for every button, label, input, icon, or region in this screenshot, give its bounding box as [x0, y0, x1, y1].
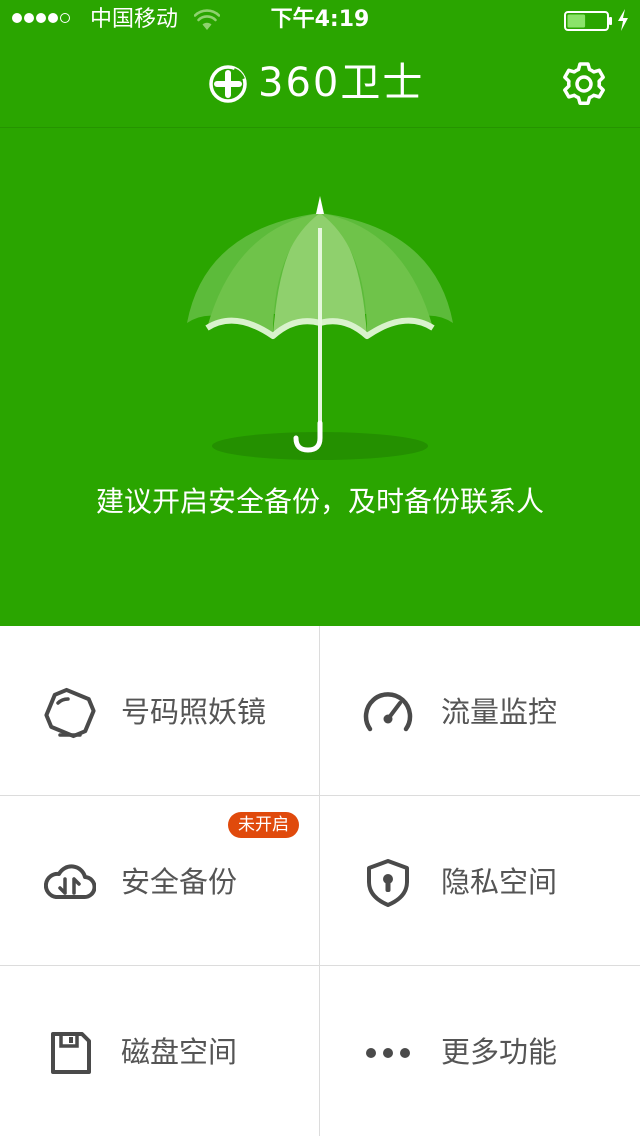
- hero-message: 建议开启安全备份，及时备份联系人: [95, 485, 544, 518]
- hero-banner: 建议开启安全备份，及时备份联系人: [0, 128, 640, 626]
- speedometer-icon: [363, 692, 413, 732]
- feature-grid: 号码照妖镜 流量监控 安全备份 未开启 隐私空间 磁盘空间 更多功能: [0, 626, 640, 1136]
- status-badge: 未开启: [228, 812, 299, 838]
- feature-tile-data-monitor[interactable]: 流量监控: [320, 626, 640, 796]
- feature-tile-more-functions[interactable]: 更多功能: [320, 966, 640, 1136]
- charging-icon: [618, 9, 628, 31]
- status-bar: 中国移动 下午4:19: [0, 0, 640, 40]
- feature-tile-secure-backup[interactable]: 安全备份 未开启: [0, 796, 320, 966]
- feature-tile-number-mirror[interactable]: 号码照妖镜: [0, 626, 320, 796]
- feature-tile-privacy-space[interactable]: 隐私空间: [320, 796, 640, 966]
- cloud-sync-icon: [44, 864, 96, 899]
- battery-icon: [564, 11, 612, 31]
- feature-label: 隐私空间: [441, 865, 558, 899]
- feature-label: 磁盘空间: [121, 1035, 238, 1069]
- feature-label: 流量监控: [441, 695, 558, 729]
- floppy-disk-icon: [51, 1032, 91, 1074]
- magic-mirror-icon: [44, 687, 96, 739]
- more-dots-icon: [366, 1048, 410, 1058]
- status-time: 下午4:19: [270, 7, 370, 32]
- shield-lock-icon: [367, 859, 409, 907]
- battery-level-fill: [567, 14, 586, 28]
- feature-tile-disk-space[interactable]: 磁盘空间: [0, 966, 320, 1136]
- umbrella-illustration: [187, 196, 453, 460]
- feature-label: 号码照妖镜: [121, 695, 267, 729]
- gear-icon[interactable]: [560, 60, 608, 108]
- feature-label: 安全备份: [121, 865, 238, 899]
- app-screen: 中国移动 下午4:19 360卫士 建议开启安全备份，及时备份联系人 号码照妖镜…: [0, 0, 640, 1136]
- feature-label: 更多功能: [441, 1035, 558, 1069]
- app-title: 360卫士: [258, 60, 425, 106]
- nav-bar: 360卫士: [0, 40, 640, 128]
- 360-logo-icon: [209, 65, 247, 103]
